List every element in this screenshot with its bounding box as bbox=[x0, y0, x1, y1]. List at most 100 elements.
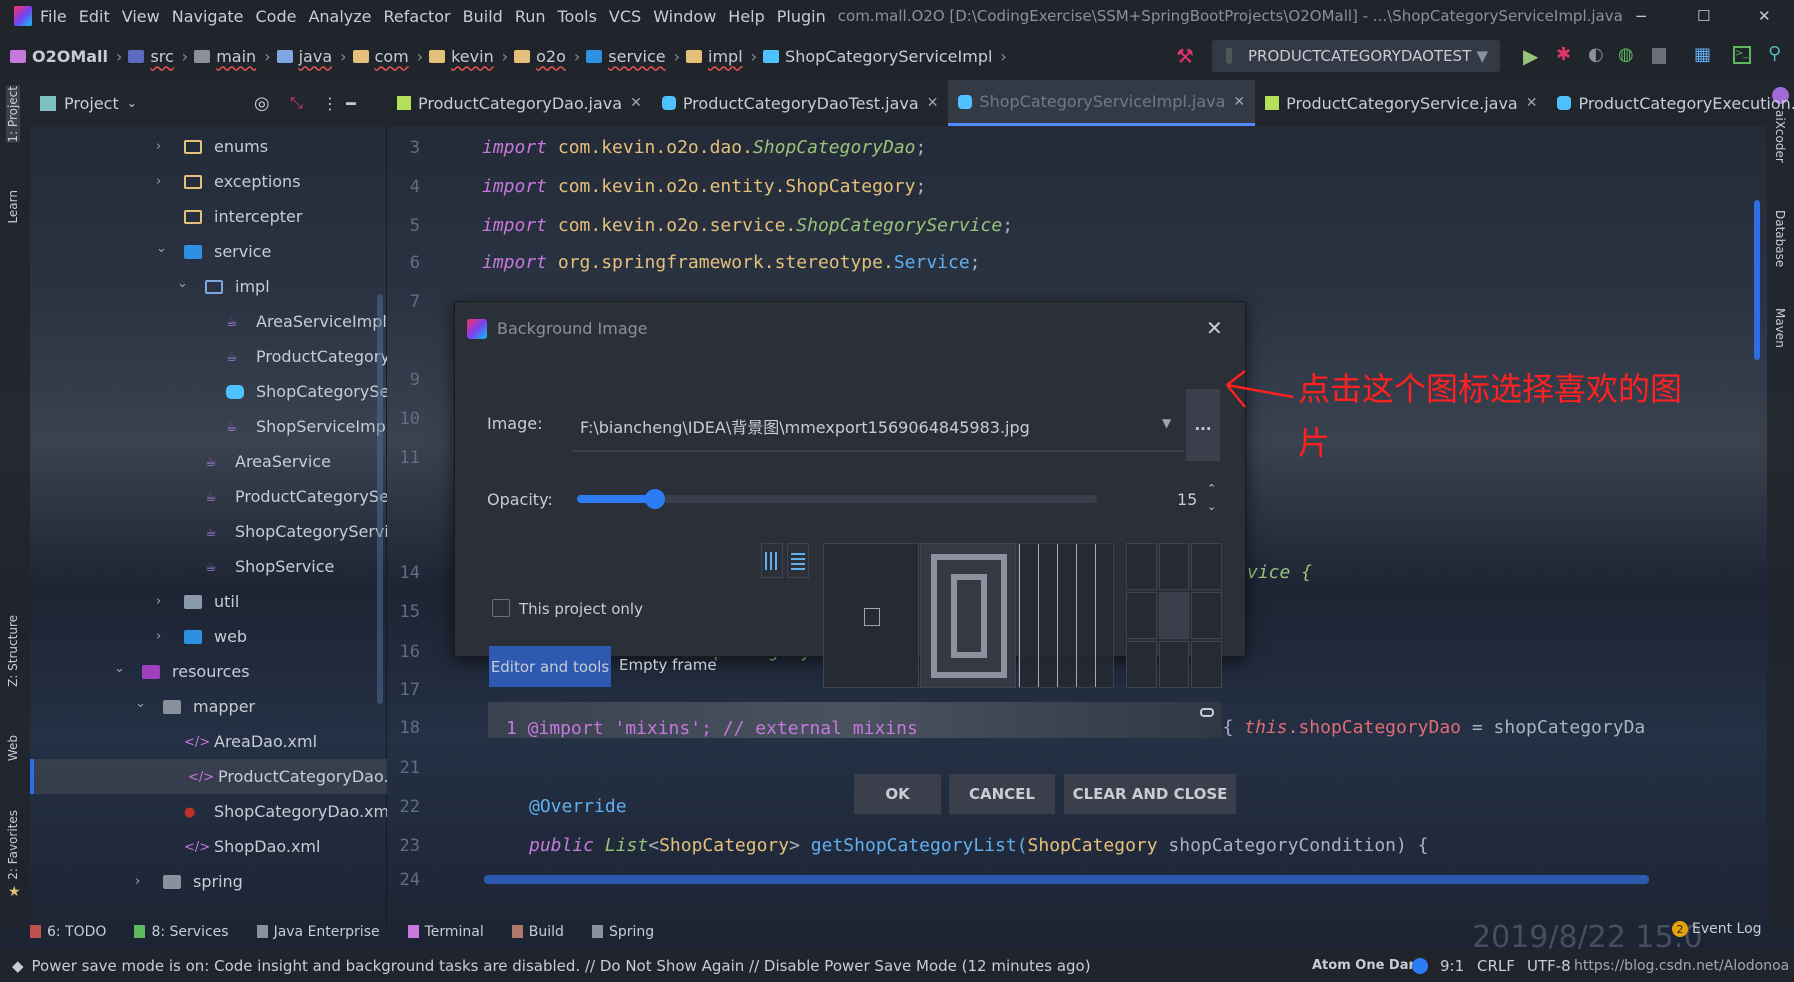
chevron-down-icon[interactable]: ⌄ bbox=[177, 276, 189, 291]
breadcrumb-item[interactable]: com › bbox=[352, 47, 423, 66]
fill-tile-option[interactable] bbox=[1018, 543, 1114, 688]
tree-item[interactable]: › web bbox=[30, 619, 387, 654]
chevron-right-icon[interactable]: › bbox=[156, 594, 168, 609]
chevron-down-icon[interactable]: ⌄ bbox=[156, 241, 168, 256]
menu-navigate[interactable]: Navigate bbox=[172, 7, 244, 26]
menu-edit[interactable]: Edit bbox=[79, 7, 110, 26]
breadcrumb-item[interactable]: java › bbox=[276, 47, 347, 66]
tree-item[interactable]: › exceptions bbox=[30, 164, 387, 199]
search-icon[interactable]: ⚲ bbox=[1768, 43, 1781, 64]
tree-item[interactable]: ShopCategoryServiceI bbox=[30, 374, 387, 409]
menu-refactor[interactable]: Refactor bbox=[384, 7, 451, 26]
menu-plugin[interactable]: Plugin bbox=[777, 7, 826, 26]
tree-item[interactable]: ⌄ resources bbox=[30, 654, 387, 689]
cancel-button[interactable]: CANCEL bbox=[949, 774, 1055, 814]
terminal-icon[interactable]: >_ bbox=[1733, 46, 1751, 64]
breadcrumb-item[interactable]: O2OMall › bbox=[10, 47, 122, 66]
run-icon[interactable]: ▶ bbox=[1523, 44, 1538, 68]
chevron-right-icon[interactable]: › bbox=[156, 139, 168, 154]
menu-run[interactable]: Run bbox=[515, 7, 546, 26]
learn-tool-button[interactable]: Learn bbox=[6, 190, 20, 224]
this-project-only-label[interactable]: This project only bbox=[519, 600, 643, 618]
tool-window-button[interactable]: Build bbox=[511, 924, 564, 940]
flip-horizontal-icon[interactable] bbox=[761, 543, 783, 578]
theme-indicator[interactable]: Atom One Dark bbox=[1312, 958, 1424, 973]
clear-and-close-button[interactable]: CLEAR AND CLOSE bbox=[1064, 774, 1236, 814]
build-hammer-icon[interactable]: ⚒ bbox=[1176, 44, 1194, 68]
fill-scale-option[interactable] bbox=[920, 543, 1016, 688]
breadcrumb-item[interactable]: o2o › bbox=[514, 47, 580, 66]
breadcrumb-item[interactable]: service › bbox=[586, 47, 680, 66]
tool-window-button[interactable]: 8: Services bbox=[134, 924, 229, 940]
tool-window-button[interactable]: Terminal bbox=[407, 924, 484, 940]
close-tab-icon[interactable]: ✕ bbox=[630, 95, 642, 111]
breadcrumb-item[interactable]: ShopCategoryServiceImpl › bbox=[763, 47, 1007, 66]
tree-item[interactable]: ⌄ impl bbox=[30, 269, 387, 304]
collapse-all-icon[interactable]: ⤡ bbox=[290, 93, 303, 113]
database-tool-button[interactable]: Database bbox=[1773, 210, 1787, 267]
anchor-cell[interactable] bbox=[1158, 592, 1190, 639]
breadcrumb-item[interactable]: kevin › bbox=[429, 47, 508, 66]
tree-item[interactable]: ☕ ShopServiceImpl bbox=[30, 409, 387, 444]
target-editor-and-tools-button[interactable]: Editor and tools bbox=[489, 646, 611, 687]
project-structure-icon[interactable]: ▦ bbox=[1694, 44, 1711, 65]
anchor-cell[interactable] bbox=[1158, 641, 1190, 688]
tool-window-button[interactable]: Java Enterprise bbox=[256, 924, 380, 940]
tool-window-button[interactable]: 6: TODO bbox=[30, 924, 106, 940]
menu-file[interactable]: File bbox=[40, 7, 67, 26]
editor-tab[interactable]: ShopCategoryServiceImpl.java ✕ bbox=[948, 80, 1256, 126]
hide-panel-icon[interactable]: ━ bbox=[346, 94, 356, 113]
close-window-button[interactable]: ✕ bbox=[1758, 7, 1771, 25]
opacity-value[interactable]: 15 bbox=[1177, 490, 1197, 509]
tree-item[interactable]: ⌄ mapper bbox=[30, 689, 387, 724]
coverage-icon[interactable]: ◐ bbox=[1588, 44, 1604, 65]
menu-vcs[interactable]: VCS bbox=[609, 7, 641, 26]
menu-help[interactable]: Help bbox=[728, 7, 764, 26]
anchor-cell[interactable] bbox=[1158, 543, 1190, 590]
editor-tab[interactable]: ProductCategoryService.java ✕ bbox=[1255, 80, 1547, 126]
more-options-icon[interactable]: ⋮ bbox=[322, 94, 338, 113]
tree-item[interactable]: ☕ ProductCategoryServi bbox=[30, 339, 387, 374]
close-tab-icon[interactable]: ✕ bbox=[1526, 95, 1538, 111]
toggle-icon[interactable] bbox=[1200, 708, 1214, 717]
spinner-down-icon[interactable]: ⌄ bbox=[1207, 500, 1216, 513]
ok-button[interactable]: OK bbox=[854, 774, 941, 814]
close-tab-icon[interactable]: ✕ bbox=[927, 95, 939, 111]
tree-item[interactable]: ⌄ service bbox=[30, 234, 387, 269]
target-empty-frame-button[interactable]: Empty frame bbox=[619, 656, 717, 674]
anchor-cell[interactable] bbox=[1126, 641, 1157, 688]
run-configuration-select[interactable]: PRODUCTCATEGORYDAOTEST ▼ bbox=[1212, 40, 1500, 72]
menu-tools[interactable]: Tools bbox=[558, 7, 597, 26]
anchor-cell[interactable] bbox=[1126, 592, 1157, 639]
image-path-combobox[interactable]: F:\biancheng\IDEA\背景图\mmexport1569064845… bbox=[572, 402, 1184, 452]
editor-horizontal-scrollbar[interactable] bbox=[484, 875, 1649, 884]
project-view-select[interactable]: Project bbox=[64, 94, 119, 113]
structure-tool-button[interactable]: Z: Structure bbox=[6, 615, 20, 687]
fill-center-option[interactable] bbox=[823, 543, 919, 688]
chevron-right-icon[interactable]: › bbox=[135, 874, 147, 889]
tree-item[interactable]: › enums bbox=[30, 129, 387, 164]
editor-tab[interactable]: ProductCategoryDaoTest.java ✕ bbox=[652, 80, 949, 126]
tree-item[interactable]: ☕ ProductCategoryService bbox=[30, 479, 387, 514]
menu-view[interactable]: View bbox=[122, 7, 160, 26]
breadcrumb-item[interactable]: src › bbox=[128, 47, 188, 66]
tree-item[interactable]: ☕ ShopService bbox=[30, 549, 387, 584]
anchor-cell[interactable] bbox=[1191, 543, 1222, 590]
caret-position[interactable]: 9:1 bbox=[1440, 957, 1464, 975]
tree-item[interactable]: ● ShopCategoryDao.xml bbox=[30, 794, 387, 829]
breadcrumb-item[interactable]: impl › bbox=[686, 47, 757, 66]
tree-item[interactable]: </> AreaDao.xml bbox=[30, 724, 387, 759]
tree-item[interactable]: ☕ AreaService bbox=[30, 444, 387, 479]
tree-item[interactable]: ☕ AreaServiceImpl bbox=[30, 304, 387, 339]
spinner-up-icon[interactable]: ⌃ bbox=[1207, 482, 1216, 495]
opacity-slider-knob[interactable] bbox=[645, 489, 665, 509]
debug-icon[interactable]: ✱ bbox=[1556, 44, 1571, 65]
tree-item[interactable]: › spring bbox=[30, 864, 387, 899]
anchor-cell[interactable] bbox=[1126, 543, 1157, 590]
flip-vertical-icon[interactable] bbox=[787, 543, 809, 578]
tree-item[interactable]: intercepter bbox=[30, 199, 387, 234]
editor-tab[interactable]: ProductCategoryExecution.java✕ bbox=[1547, 80, 1794, 126]
this-project-only-checkbox[interactable] bbox=[492, 599, 510, 617]
favorites-tool-button[interactable]: 2: Favorites bbox=[6, 810, 20, 880]
file-encoding[interactable]: UTF-8 bbox=[1527, 957, 1571, 975]
